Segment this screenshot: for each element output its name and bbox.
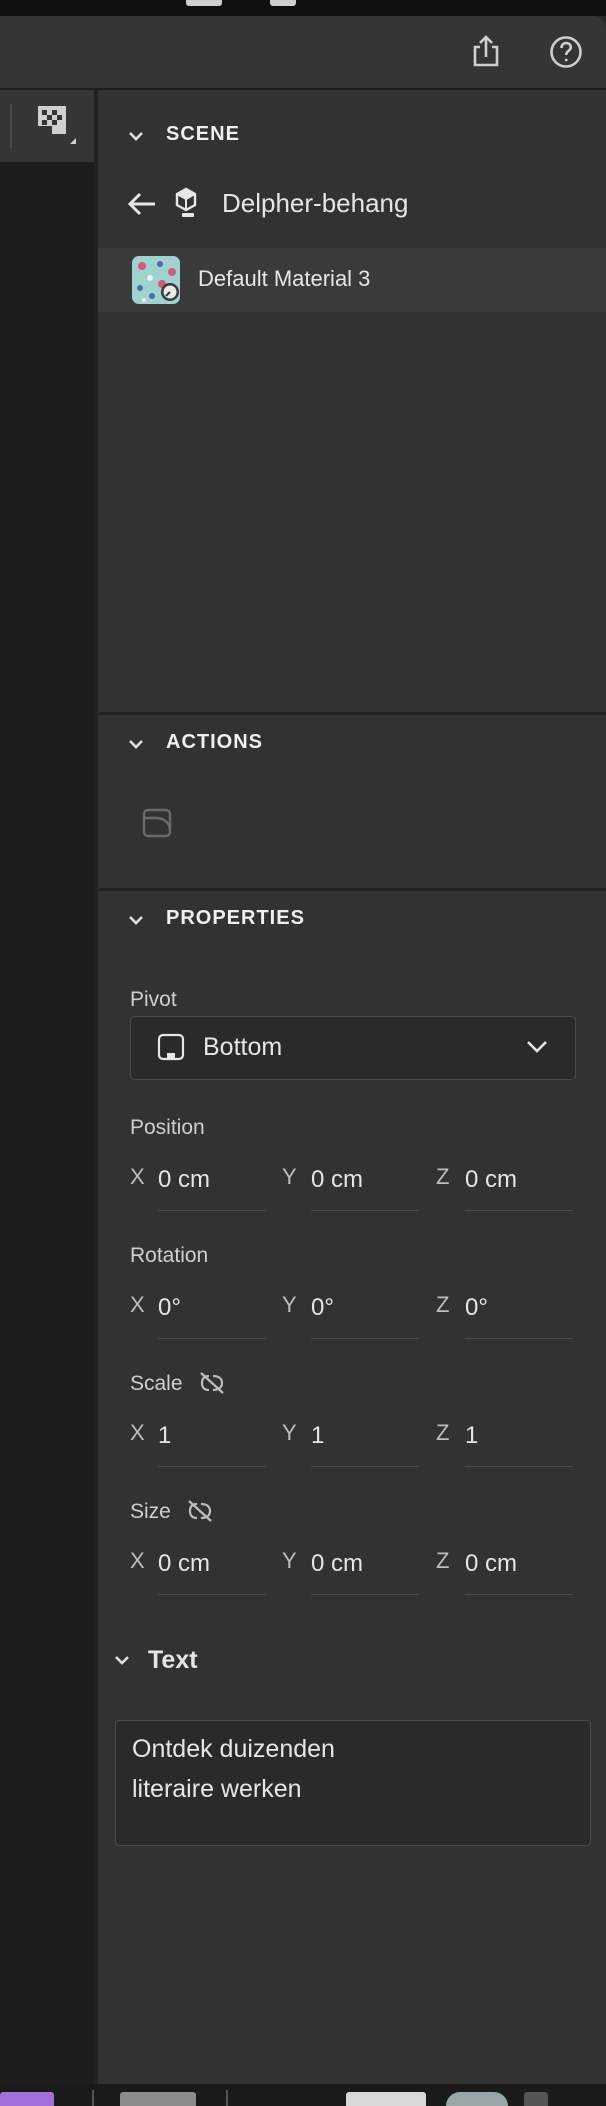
app-window: SCENE Delpher-behang Default Material 3 … [0,16,606,2084]
text-line-1: Ontdek duizenden [132,1735,335,1763]
rotation-z-input[interactable]: 0° [465,1286,573,1339]
scene-section-title: SCENE [166,123,240,145]
size-x-label: X [130,1548,145,1573]
position-x-input[interactable]: 0 cm [158,1158,266,1211]
grid-snap-icon[interactable] [34,102,80,148]
help-icon[interactable] [546,32,586,72]
material-row[interactable]: Default Material 3 [98,248,606,312]
text-line-2: literaire werken [132,1775,302,1803]
right-properties-panel: SCENE Delpher-behang Default Material 3 … [98,90,606,2084]
action-place-icon[interactable] [142,808,172,838]
chevron-down-icon [527,1041,547,1053]
size-z-label: Z [436,1548,450,1573]
size-x-input[interactable]: 0 cm [158,1542,266,1595]
size-label: Size [130,1500,171,1523]
pivot-bottom-icon [157,1033,185,1061]
top-header-bar [0,16,606,90]
chevron-down-icon[interactable] [126,734,146,754]
scale-x-input[interactable]: 1 [158,1414,266,1467]
size-y-label: Y [282,1548,297,1573]
dock-item[interactable] [120,2092,196,2106]
scale-x-label: X [130,1420,145,1445]
model-cube-icon [175,187,197,217]
dock-divider [226,2090,228,2106]
position-z-label: Z [436,1164,450,1189]
dock-item[interactable] [0,2092,54,2106]
scale-z-input[interactable]: 1 [465,1414,573,1467]
dock-divider [92,2090,94,2106]
chevron-down-icon[interactable] [126,910,146,930]
menu-bar-item [270,0,296,6]
text-section-title: Text [148,1646,198,1674]
menu-bar-item [186,0,222,6]
rotation-x-label: X [130,1292,145,1317]
pivot-label: Pivot [130,988,177,1011]
dock-item[interactable] [524,2092,548,2106]
properties-section-title: PROPERTIES [166,907,305,929]
position-y-label: Y [282,1164,297,1189]
system-menu-bar [0,0,606,16]
section-divider [98,712,606,715]
material-thumbnail [132,256,180,304]
pivot-selected-value: Bottom [203,1033,283,1061]
dock-bar [0,2084,606,2106]
size-y-input[interactable]: 0 cm [311,1542,419,1595]
chevron-down-icon[interactable] [112,1650,132,1670]
back-arrow-icon[interactable] [126,190,158,218]
rotation-x-input[interactable]: 0° [158,1286,266,1339]
toolbar-divider [10,104,12,148]
chevron-down-icon[interactable] [126,126,146,146]
model-name[interactable]: Delpher-behang [222,188,408,219]
position-y-input[interactable]: 0 cm [311,1158,419,1211]
rotation-y-input[interactable]: 0° [311,1286,419,1339]
position-label: Position [130,1116,205,1139]
position-x-label: X [130,1164,145,1189]
scale-y-label: Y [282,1420,297,1445]
position-z-input[interactable]: 0 cm [465,1158,573,1211]
share-icon[interactable] [466,32,506,72]
rotation-label: Rotation [130,1244,209,1267]
scale-z-label: Z [436,1420,450,1445]
text-content-input[interactable]: Ontdek duizenden literaire werken [115,1720,591,1846]
material-name: Default Material 3 [198,266,371,291]
dock-item[interactable] [346,2092,426,2106]
scale-label: Scale [130,1372,183,1395]
rotation-z-label: Z [436,1292,450,1317]
section-divider [98,888,606,891]
unlink-icon[interactable] [198,1370,226,1396]
3d-viewport[interactable] [0,164,94,2084]
scale-y-input[interactable]: 1 [311,1414,419,1467]
rotation-y-label: Y [282,1292,297,1317]
canvas-toolbar [0,90,96,164]
dock-item[interactable] [446,2092,508,2106]
unlink-icon[interactable] [186,1498,214,1524]
size-z-input[interactable]: 0 cm [465,1542,573,1595]
actions-section-title: ACTIONS [166,731,263,753]
pivot-dropdown[interactable]: Bottom [130,1016,576,1080]
